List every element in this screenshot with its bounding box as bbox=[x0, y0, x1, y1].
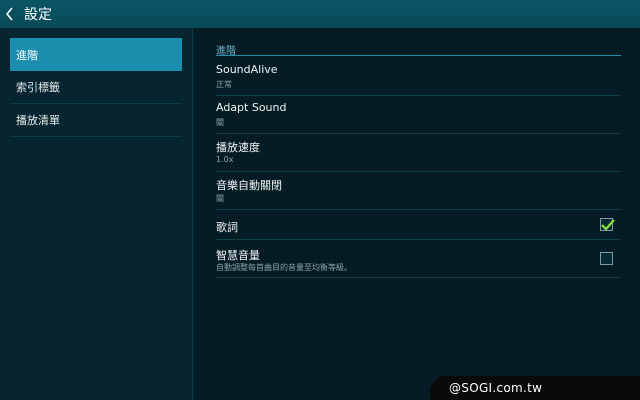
setting-value: 關 bbox=[216, 118, 224, 127]
setting-soundalive[interactable]: SoundAlive 正常 bbox=[216, 58, 621, 96]
lyrics-checkbox[interactable] bbox=[600, 218, 615, 231]
sidebar: 進階 索引標籤 播放清單 bbox=[0, 28, 193, 400]
setting-playback-speed[interactable]: 播放速度 1.0x bbox=[216, 134, 621, 172]
sidebar-item-label: 進階 bbox=[16, 48, 38, 62]
title-bar: 設定 bbox=[0, 0, 640, 28]
sidebar-item-tabs[interactable]: 索引標籤 bbox=[10, 71, 182, 104]
sidebar-item-label: 播放清單 bbox=[16, 114, 60, 127]
page-title: 設定 bbox=[24, 7, 52, 23]
sidebar-item-advanced[interactable]: 進階 bbox=[10, 38, 182, 71]
sidebar-item-playlists[interactable]: 播放清單 bbox=[10, 104, 182, 137]
setting-lyrics[interactable]: 歌詞 bbox=[216, 210, 621, 240]
chevron-left-icon bbox=[5, 7, 14, 21]
sidebar-item-label: 索引標籤 bbox=[16, 81, 60, 94]
smart-volume-checkbox[interactable] bbox=[600, 252, 613, 265]
setting-smart-volume[interactable]: 智慧音量 自動調整每首曲目的音量至均衡等級。 bbox=[216, 240, 621, 278]
section-header: 進階 bbox=[216, 42, 621, 57]
setting-music-auto-off[interactable]: 音樂自動關閉 關 bbox=[216, 172, 621, 210]
setting-title: 智慧音量 bbox=[216, 249, 260, 262]
setting-value: 關 bbox=[216, 194, 224, 203]
watermark: @SOGI.com.tw bbox=[449, 381, 543, 395]
setting-title: 音樂自動關閉 bbox=[216, 179, 282, 192]
setting-title: Adapt Sound bbox=[216, 101, 287, 114]
setting-title: 播放速度 bbox=[216, 141, 260, 154]
setting-adapt-sound[interactable]: Adapt Sound 關 bbox=[216, 96, 621, 134]
setting-title: 歌詞 bbox=[216, 221, 238, 234]
settings-panel: 進階 SoundAlive 正常 Adapt Sound 關 播放速度 1.0x… bbox=[193, 28, 640, 400]
setting-value: 1.0x bbox=[216, 155, 234, 164]
setting-value: 正常 bbox=[216, 80, 232, 89]
back-button[interactable] bbox=[0, 0, 22, 28]
setting-title: SoundAlive bbox=[216, 63, 278, 76]
setting-description: 自動調整每首曲目的音量至均衡等級。 bbox=[216, 263, 352, 272]
